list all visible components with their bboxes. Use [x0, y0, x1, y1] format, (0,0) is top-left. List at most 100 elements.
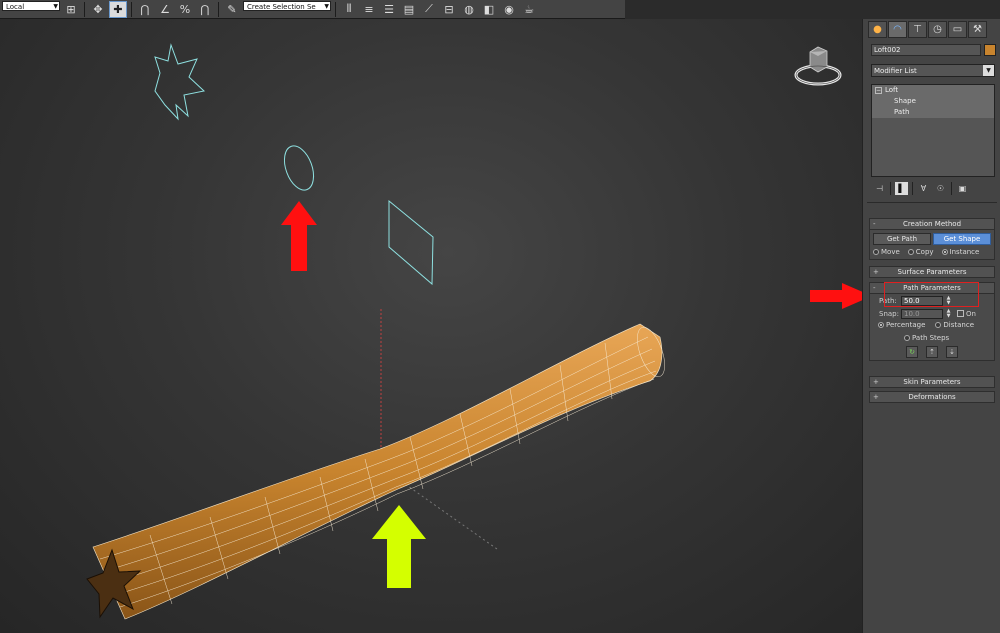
- rollout-title-label: Deformations: [908, 393, 956, 401]
- snap-label: Snap:: [879, 309, 899, 318]
- mirror-icon[interactable]: ⫴: [340, 1, 358, 18]
- hierarchy-tab-icon[interactable]: ⊤: [908, 21, 927, 38]
- rollout-toggle: +: [873, 378, 879, 386]
- collapse-icon[interactable]: −: [875, 87, 882, 94]
- skin-parameters-rollout[interactable]: + Skin Parameters: [869, 376, 995, 388]
- align-icon[interactable]: ≡: [360, 1, 378, 18]
- rollout-title-label: Skin Parameters: [903, 378, 961, 386]
- radio-copy[interactable]: Copy: [907, 248, 934, 256]
- get-path-button[interactable]: Get Path: [873, 233, 931, 245]
- edit-named-selection-icon[interactable]: ✎: [223, 1, 241, 18]
- object-name-field[interactable]: Loft002: [871, 44, 981, 56]
- rollout-title-label: Surface Parameters: [897, 268, 967, 276]
- radio-dot: [941, 249, 948, 255]
- radio-percentage[interactable]: Percentage: [878, 321, 925, 329]
- remove-modifier-icon[interactable]: ☉: [934, 182, 947, 195]
- viewcube: [794, 46, 842, 86]
- creation-method-rollout: - Creation Method Get Path Get Shape Mov…: [869, 218, 995, 260]
- motion-tab-icon[interactable]: ◷: [928, 21, 947, 38]
- stack-item-shape[interactable]: Shape: [872, 96, 994, 107]
- rollout-toggle: +: [873, 268, 879, 276]
- toolbar-separator: [951, 182, 952, 195]
- previous-shape-icon[interactable]: ⇡: [926, 345, 938, 358]
- stack-item-loft[interactable]: − Loft: [872, 85, 994, 96]
- radio-label: Instance: [949, 248, 980, 256]
- stack-toolbar: ⊣ ▌ ∀ ☉ ▣: [873, 182, 969, 195]
- rollout-title-label: Creation Method: [902, 220, 962, 228]
- radio-dot: [873, 249, 879, 255]
- configure-modifier-sets-icon[interactable]: ▣: [956, 182, 969, 195]
- graphite-tools-icon[interactable]: ▤: [400, 1, 418, 18]
- render-setup-icon[interactable]: ◧: [480, 1, 498, 18]
- move-icon[interactable]: ✥: [89, 1, 107, 18]
- pin-stack-icon[interactable]: ⊣: [873, 182, 886, 195]
- material-editor-icon[interactable]: ◍: [460, 1, 478, 18]
- arrow-to-circle: [281, 201, 317, 271]
- modify-tab-icon[interactable]: ◠: [888, 21, 907, 38]
- rollout-toggle: -: [873, 220, 876, 228]
- snap-on-checkbox[interactable]: [957, 310, 964, 317]
- snap-3d-icon[interactable]: ⋂: [136, 1, 154, 18]
- named-selection-dropdown[interactable]: Create Selection Se ▼: [243, 0, 331, 11]
- rectangle-shape: [388, 199, 434, 286]
- layer-manager-icon[interactable]: ☰: [380, 1, 398, 18]
- snap-spinner-field[interactable]: 10.0: [901, 308, 943, 319]
- schematic-view-icon[interactable]: ⊟: [440, 1, 458, 18]
- highlight-box: [884, 282, 979, 307]
- radio-label: Move: [881, 248, 900, 256]
- radio-instance[interactable]: Instance: [941, 248, 980, 256]
- circle-shape: [283, 145, 315, 191]
- toolbar-separator: [335, 1, 336, 17]
- make-unique-icon[interactable]: ∀: [917, 182, 930, 195]
- get-shape-button[interactable]: Get Shape: [933, 233, 991, 245]
- main-toolbar: Local ▼ ⊞ ✥ ✚ ⋂ ∠ % ⋂ ✎ Create Selection …: [0, 0, 625, 19]
- creation-method-radios: Move Copy Instance: [870, 247, 994, 259]
- path-level-buttons: ↻ ⇡ ⇣: [870, 343, 994, 360]
- toolbar-separator: [131, 1, 132, 17]
- radio-label: Copy: [915, 248, 934, 256]
- stack-item-path[interactable]: Path: [872, 107, 994, 118]
- radio-path-steps[interactable]: Path Steps: [870, 332, 994, 343]
- percent-snap-icon[interactable]: %: [176, 1, 194, 18]
- radio-dot: [907, 249, 914, 255]
- radio-label: Distance: [943, 321, 974, 329]
- radio-move[interactable]: Move: [873, 248, 900, 256]
- radio-dot: [935, 322, 942, 328]
- rollout-toggle: +: [873, 393, 879, 401]
- chevron-down-icon: ▼: [983, 65, 994, 76]
- rollout-toggle: -: [873, 284, 876, 292]
- modifier-stack: − Loft Shape Path: [871, 84, 995, 177]
- radio-distance[interactable]: Distance: [935, 321, 974, 329]
- spinner-snap-icon[interactable]: ⋂: [196, 1, 214, 18]
- toolbar-separator: [84, 1, 85, 17]
- pick-shape-icon[interactable]: ↻: [906, 345, 918, 358]
- reference-coordinate-dropdown[interactable]: Local ▼: [2, 0, 60, 11]
- toolbar-separator: [912, 182, 913, 195]
- create-tab-icon[interactable]: ●: [868, 21, 887, 38]
- spinner-arrows-icon[interactable]: ▲ ▼: [945, 308, 952, 319]
- select-manipulate-icon[interactable]: ✚: [109, 0, 127, 18]
- next-shape-icon[interactable]: ⇣: [946, 345, 958, 358]
- deformations-rollout[interactable]: + Deformations: [869, 391, 995, 403]
- star-shape: [154, 43, 206, 121]
- perspective-viewport[interactable]: [0, 19, 862, 633]
- creation-method-title[interactable]: - Creation Method: [870, 219, 994, 230]
- snap-on-label: On: [966, 309, 976, 318]
- path-mode-radios: Percentage Distance: [870, 320, 994, 332]
- display-tab-icon[interactable]: ▭: [948, 21, 967, 38]
- arrow-to-loft-path-point: [372, 505, 426, 588]
- curve-editor-icon[interactable]: ⟋: [420, 1, 438, 18]
- modifier-list-dropdown[interactable]: Modifier List ▼: [871, 64, 995, 77]
- surface-parameters-rollout[interactable]: + Surface Parameters: [869, 266, 995, 278]
- snap-param-row: Snap: 10.0 ▲ ▼ On: [870, 307, 994, 320]
- utilities-tab-icon[interactable]: ⚒: [968, 21, 987, 38]
- show-end-result-icon[interactable]: ▌: [895, 182, 908, 195]
- angle-snap-icon[interactable]: ∠: [156, 1, 174, 18]
- render-production-icon[interactable]: ☕: [520, 1, 538, 18]
- pivot-icon[interactable]: ⊞: [62, 1, 80, 18]
- object-color-swatch[interactable]: [984, 44, 996, 56]
- creation-method-buttons: Get Path Get Shape: [870, 230, 994, 247]
- rendered-frame-icon[interactable]: ◉: [500, 1, 518, 18]
- radio-dot: [904, 334, 910, 341]
- radio-label: Path Steps: [912, 333, 950, 342]
